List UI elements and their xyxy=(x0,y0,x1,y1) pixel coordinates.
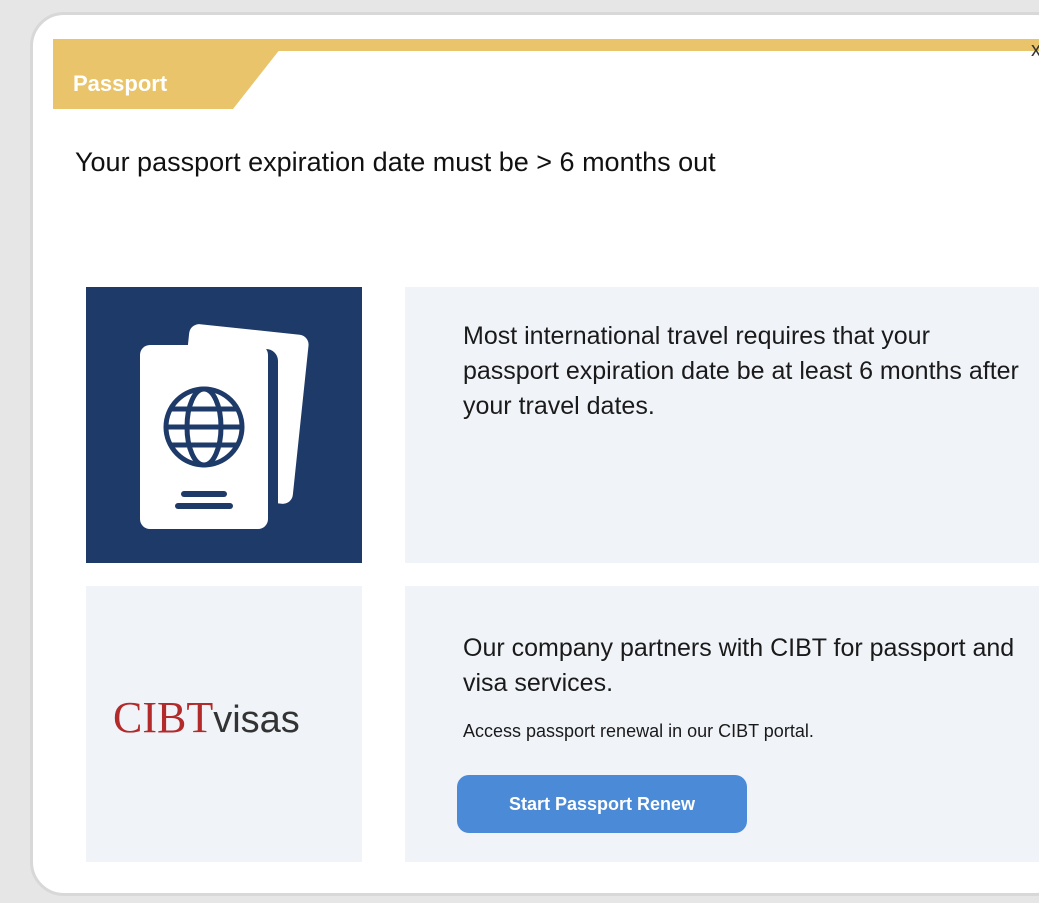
cibt-logo-panel: CIBTvisas xyxy=(86,586,362,862)
partner-subtext: Access passport renewal in our CIBT port… xyxy=(463,721,814,741)
passport-card: Passport x Your passport expiration date… xyxy=(30,12,1039,896)
passport-icon-panel xyxy=(86,287,362,563)
partner-text: Our company partners with CIBT for passp… xyxy=(463,634,1015,697)
cibt-logo: CIBTvisas xyxy=(113,692,300,743)
cibt-logo-light: visas xyxy=(213,699,300,741)
start-passport-renew-button[interactable]: Start Passport Renew xyxy=(457,775,747,833)
partner-panel: Our company partners with CIBT for passp… xyxy=(405,586,1039,862)
header-title: Passport xyxy=(73,71,168,96)
cibt-logo-strong: CIBT xyxy=(113,693,214,742)
requirement-text: Most international travel requires that … xyxy=(463,322,1019,420)
passport-icon xyxy=(140,324,309,531)
header-tab: Passport xyxy=(53,39,288,109)
close-button[interactable]: x xyxy=(1031,39,1039,62)
page-title: Your passport expiration date must be > … xyxy=(75,147,716,177)
requirement-panel: Most international travel requires that … xyxy=(405,287,1039,563)
